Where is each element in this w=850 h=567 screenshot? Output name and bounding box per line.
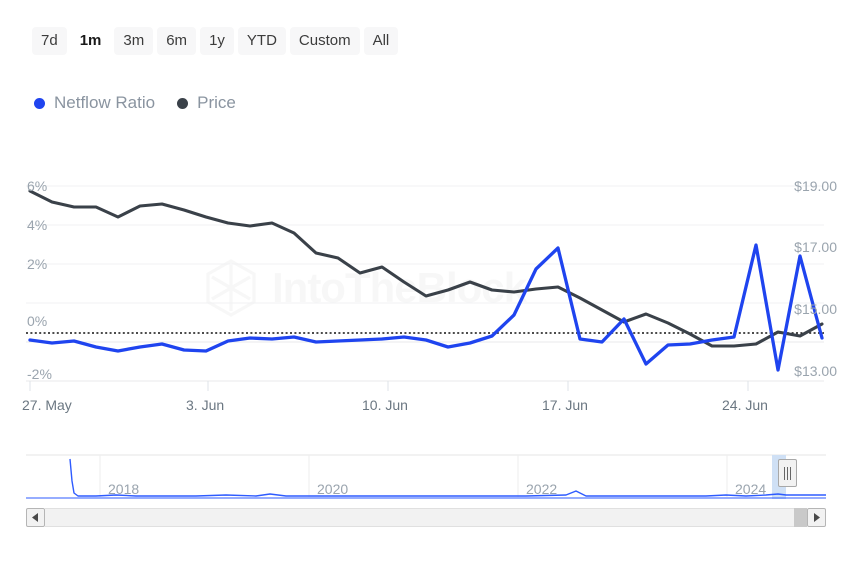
legend-dot-icon [177,98,188,109]
chart-legend: Netflow Ratio Price [34,93,236,113]
x-axis-tick-24-jun: 24. Jun [722,397,768,413]
range-button-1m[interactable]: 1m [71,27,111,55]
triangle-left-icon [32,513,39,522]
range-button-all[interactable]: All [364,27,399,55]
navigator-resize-handle[interactable] [778,459,797,487]
legend-label-netflow-ratio: Netflow Ratio [54,93,155,113]
range-button-ytd[interactable]: YTD [238,27,286,55]
navigator-svg [26,447,826,504]
y-axis-left-tick-2: 2% [27,256,47,272]
range-button-custom[interactable]: Custom [290,27,360,55]
x-axis-tick-3-jun: 3. Jun [186,397,224,413]
chart-navigator[interactable]: 2018 2020 2022 2024 [26,447,826,504]
y-axis-left-tick-6: 6% [27,178,47,194]
x-axis-tick-17-jun: 17. Jun [542,397,588,413]
range-button-7d[interactable]: 7d [32,27,67,55]
x-axis-ticks [30,381,748,391]
scroll-right-button[interactable] [807,508,826,527]
y-axis-left-tick-0: 0% [27,313,47,329]
navigator-year-2024: 2024 [735,481,766,497]
navigator-year-2022: 2022 [526,481,557,497]
y-axis-left-tick-neg2: -2% [27,366,52,382]
triangle-right-icon [813,513,820,522]
range-button-6m[interactable]: 6m [157,27,196,55]
scrollbar-track[interactable] [45,508,794,527]
navigator-year-2020: 2020 [317,481,348,497]
range-button-1y[interactable]: 1y [200,27,234,55]
x-axis-tick-10-jun: 10. Jun [362,397,408,413]
navigator-year-2018: 2018 [108,481,139,497]
navigator-scrollbar[interactable] [26,508,826,527]
range-button-3m[interactable]: 3m [114,27,153,55]
chart-plot-area[interactable]: 6% 4% 2% 0% -2% $19.00 $17.00 $15.00 $13… [0,160,850,410]
y-axis-left-tick-4: 4% [27,217,47,233]
legend-item-price[interactable]: Price [177,93,236,113]
y-axis-right-tick-19: $19.00 [794,178,837,194]
scrollbar-thumb[interactable] [794,508,807,527]
series-line-price [30,191,822,346]
y-axis-right-tick-17: $17.00 [794,239,837,255]
scroll-left-button[interactable] [26,508,45,527]
chart-svg [0,160,850,410]
legend-dot-icon [34,98,45,109]
legend-item-netflow-ratio[interactable]: Netflow Ratio [34,93,155,113]
x-axis-tick-27-may: 27. May [22,397,72,413]
y-axis-right-tick-15: $15.00 [794,301,837,317]
legend-label-price: Price [197,93,236,113]
range-selector: 7d 1m 3m 6m 1y YTD Custom All [32,27,398,55]
y-axis-right-tick-13: $13.00 [794,363,837,379]
gridlines [26,186,824,381]
